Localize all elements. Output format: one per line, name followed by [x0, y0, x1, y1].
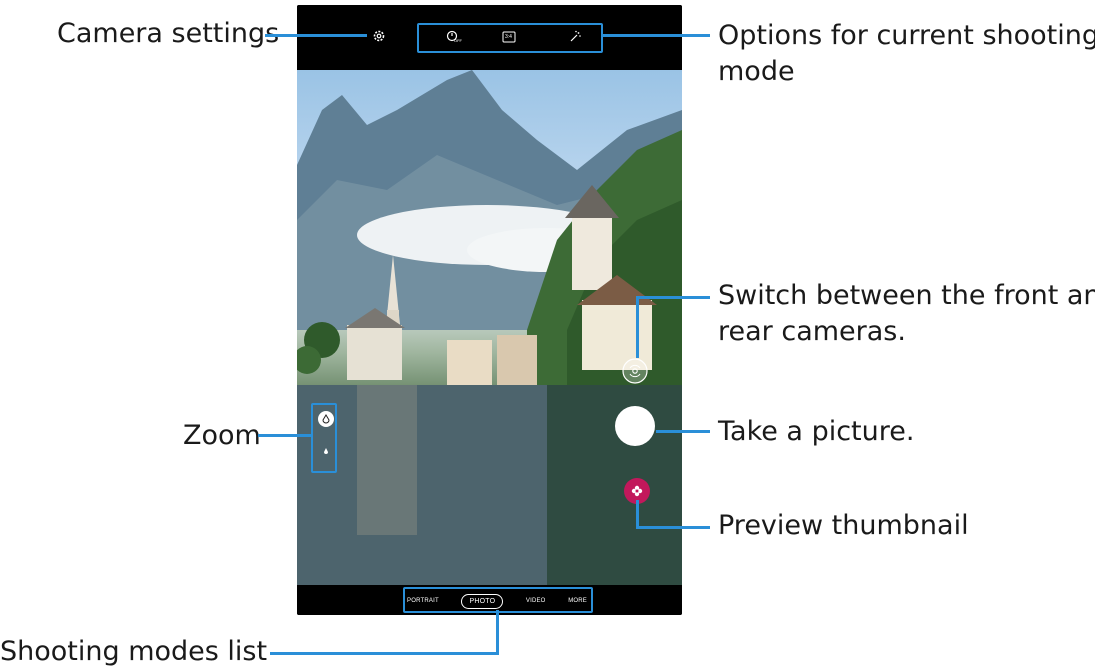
mode-video[interactable]: VIDEO	[526, 598, 546, 604]
settings-highlight	[366, 23, 388, 45]
callout-line-switch	[637, 296, 710, 299]
gallery-flower-icon	[631, 485, 643, 497]
filter-sparkle-icon[interactable]	[567, 29, 583, 45]
callout-preview-thumbnail: Preview thumbnail	[718, 510, 969, 541]
callout-switch-line2: rear cameras.	[718, 316, 906, 347]
callout-line-zoom	[258, 434, 312, 437]
callout-line-thumbnail-vertical	[636, 500, 639, 529]
shooting-modes-list: PORTRAIT PHOTO VIDEO MORE	[407, 591, 587, 611]
shutter-button[interactable]	[615, 406, 655, 446]
camera-top-bar: OFF 3:4	[297, 5, 682, 70]
callout-line-modes-vertical	[496, 610, 499, 655]
aspect-ratio-label: 3:4	[505, 34, 512, 40]
callout-line-modes	[270, 652, 499, 655]
callout-line-switch-vertical	[636, 296, 639, 358]
callout-camera-settings: Camera settings	[57, 18, 280, 49]
switch-camera-icon	[622, 358, 648, 384]
mode-more[interactable]: MORE	[568, 598, 587, 604]
zoom-wide-button[interactable]	[318, 411, 334, 427]
callout-line-shutter	[656, 430, 710, 433]
aspect-ratio-icon[interactable]: 3:4	[501, 29, 517, 45]
callout-switch-line1: Switch between the front and	[718, 280, 1095, 311]
camera-bottom-bar: PORTRAIT PHOTO VIDEO MORE	[297, 585, 682, 615]
landscape-scene	[297, 70, 682, 585]
mode-photo[interactable]: PHOTO	[461, 593, 504, 609]
callout-line-options	[603, 34, 710, 37]
callout-options-line1: Options for current shooting	[718, 20, 1095, 51]
zoom-panel	[315, 405, 337, 467]
callout-line-settings	[265, 34, 367, 37]
camera-screen: OFF 3:4 PORTRAIT PHOTO VIDEO MORE	[297, 5, 682, 615]
callout-options-line2: mode	[718, 56, 795, 87]
callout-line-thumbnail	[636, 526, 710, 529]
zoom-standard-button[interactable]	[318, 443, 334, 459]
callout-zoom: Zoom	[183, 420, 261, 451]
mode-portrait[interactable]: PORTRAIT	[407, 598, 439, 604]
camera-preview	[297, 70, 682, 585]
callout-shooting-modes-list: Shooting modes list	[0, 636, 268, 667]
switch-camera-button[interactable]	[622, 358, 648, 384]
timer-off-label: OFF	[454, 38, 462, 43]
callout-take-picture: Take a picture.	[718, 416, 915, 447]
shooting-options-group: OFF 3:4	[417, 23, 603, 51]
timer-off-icon[interactable]: OFF	[445, 29, 462, 45]
